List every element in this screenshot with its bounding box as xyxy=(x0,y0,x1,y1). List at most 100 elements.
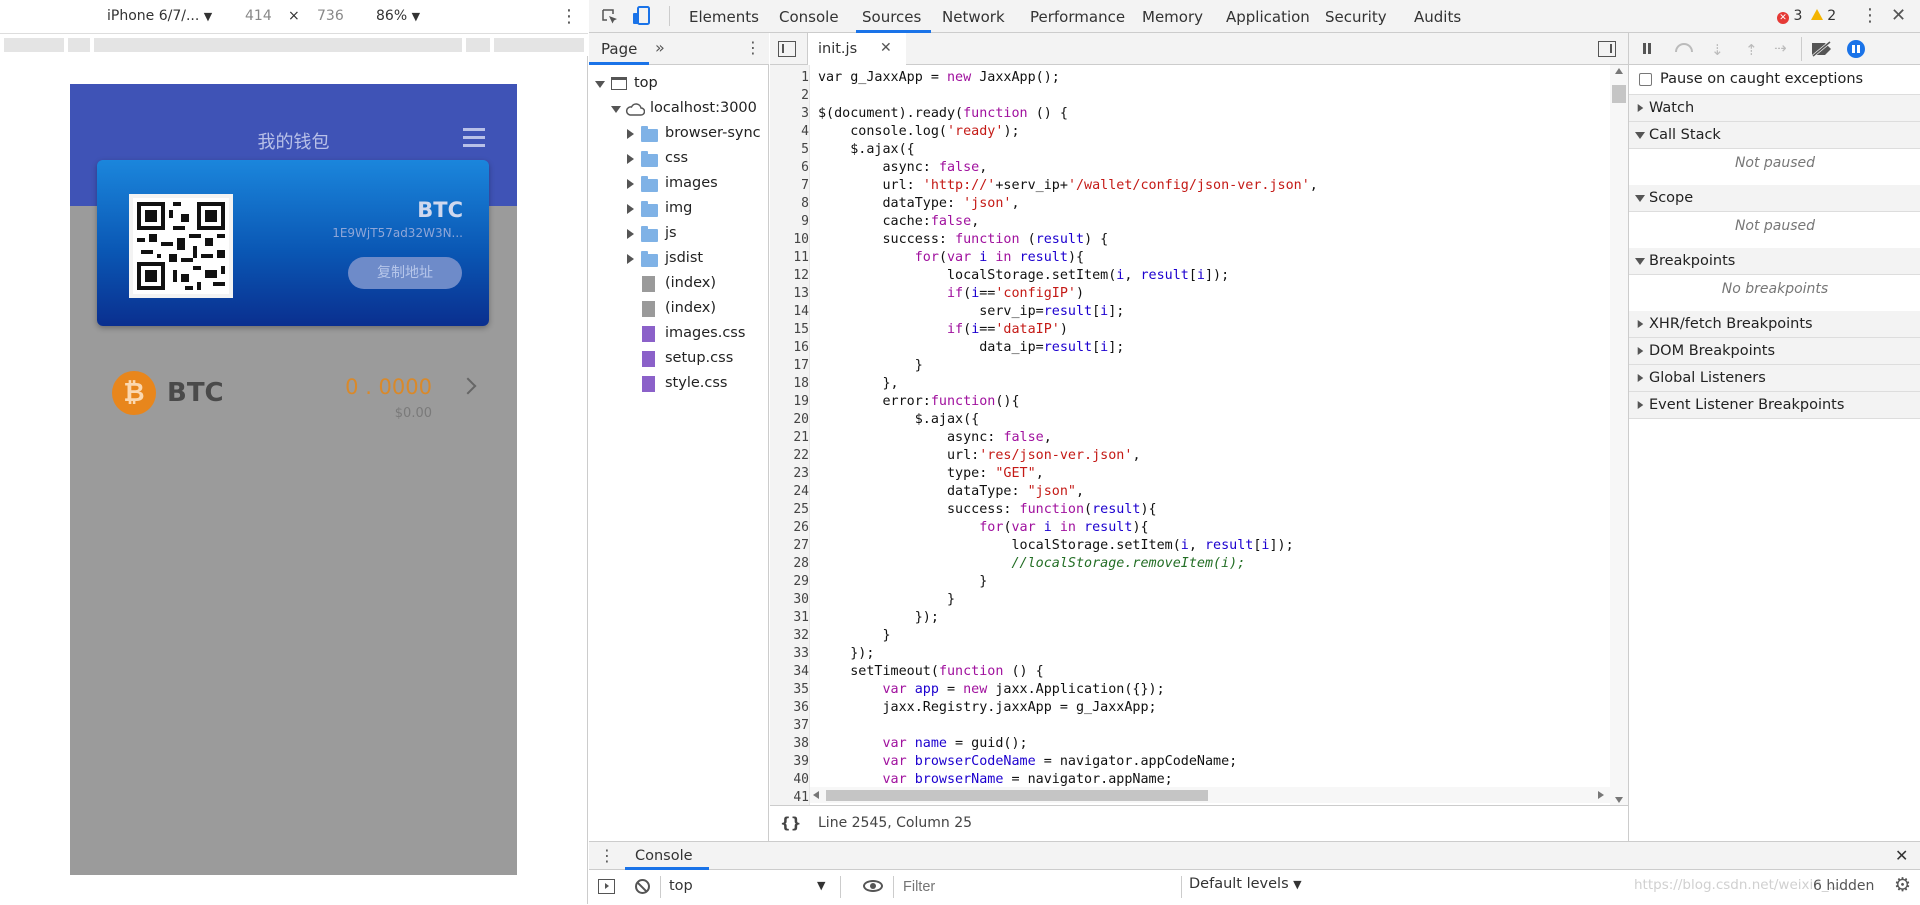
close-devtools-icon[interactable]: ✕ xyxy=(1891,5,1906,26)
pause-icon[interactable] xyxy=(1648,43,1651,54)
section-dom-breakpoints[interactable]: DOM Breakpoints xyxy=(1629,338,1920,365)
code-line[interactable]: data_ip=result[i]; xyxy=(818,340,1124,355)
code-line[interactable]: url:'res/json-ver.json', xyxy=(818,448,1141,463)
zoom-select[interactable]: 86% ▼ xyxy=(376,8,420,24)
collapsed-arrow-icon[interactable] xyxy=(627,254,634,264)
code-line[interactable]: }, xyxy=(818,376,898,391)
code-line[interactable]: } xyxy=(818,628,890,643)
tree-item-folder[interactable]: js xyxy=(589,223,769,247)
collapsed-arrow-icon[interactable] xyxy=(627,204,634,214)
code-line[interactable]: $.ajax({ xyxy=(818,142,915,157)
code-line[interactable]: $.ajax({ xyxy=(818,412,980,427)
clear-console-icon[interactable] xyxy=(635,879,650,894)
pause-caught-checkbox[interactable] xyxy=(1639,73,1652,86)
tree-item-frame[interactable]: top xyxy=(589,73,769,97)
tab-audits[interactable]: Audits xyxy=(1414,8,1461,26)
code-line[interactable]: var app = new jaxx.Application({}); xyxy=(818,682,1165,697)
tree-item-origin[interactable]: localhost:3000 xyxy=(589,98,769,122)
code-content[interactable]: var g_JaxxApp = new JaxxApp(); $(document… xyxy=(770,65,1610,805)
code-line[interactable]: error:function(){ xyxy=(818,394,1019,409)
section-breakpoints[interactable]: Breakpoints xyxy=(1629,248,1920,275)
tree-item-file[interactable]: (index) xyxy=(589,298,769,322)
code-line[interactable]: } xyxy=(818,358,923,373)
collapsed-arrow-icon[interactable] xyxy=(627,129,634,139)
console-settings-gear-icon[interactable]: ⚙ xyxy=(1894,874,1911,896)
toggle-navigator-icon[interactable] xyxy=(778,41,796,57)
coin-row-btc[interactable]: ₿ BTC 0 . 0000 $0.00 xyxy=(70,346,517,446)
media-query-bar[interactable] xyxy=(0,34,588,56)
device-select[interactable]: iPhone 6/7/... ▼ xyxy=(107,8,212,24)
code-line[interactable]: dataType: "json", xyxy=(818,484,1084,499)
tree-item-folder[interactable]: img xyxy=(589,198,769,222)
tree-item-css[interactable]: setup.css xyxy=(589,348,769,372)
tree-item-file[interactable]: (index) xyxy=(589,273,769,297)
tab-memory[interactable]: Memory xyxy=(1142,8,1203,26)
section-call-stack[interactable]: Call Stack xyxy=(1629,122,1920,149)
toggle-debugger-icon[interactable] xyxy=(1598,41,1616,57)
code-line[interactable]: var name = guid(); xyxy=(818,736,1028,751)
expanded-arrow-icon[interactable] xyxy=(595,81,605,88)
code-line[interactable]: //localStorage.removeItem(i); xyxy=(818,556,1245,571)
issue-counts[interactable]: ✕ 3 2 xyxy=(1777,8,1836,24)
copy-address-button[interactable]: 复制地址 xyxy=(348,257,462,289)
expanded-arrow-icon[interactable] xyxy=(611,106,621,113)
code-line[interactable]: localStorage.setItem(i, result[i]); xyxy=(818,538,1293,553)
tab-application[interactable]: Application xyxy=(1226,8,1310,26)
code-line[interactable]: async: false, xyxy=(818,160,987,175)
code-line[interactable]: var browserName = navigator.appName; xyxy=(818,772,1173,787)
tab-page[interactable]: Page xyxy=(601,40,637,58)
tree-item-folder[interactable]: images xyxy=(589,173,769,197)
code-line[interactable]: jaxx.Registry.jaxxApp = g_JaxxApp; xyxy=(818,700,1156,715)
section-xhr-fetch-breakpoints[interactable]: XHR/fetch Breakpoints xyxy=(1629,311,1920,338)
collapsed-arrow-icon[interactable] xyxy=(627,179,634,189)
file-tab-init-js[interactable]: init.js ✕ xyxy=(808,33,906,65)
log-levels-select[interactable]: Default levels ▼ xyxy=(1189,876,1302,892)
code-line[interactable]: if(i=='configIP') xyxy=(818,286,1084,301)
code-line[interactable]: $(document).ready(function () { xyxy=(818,106,1068,121)
code-line[interactable]: success: function (result) { xyxy=(818,232,1108,247)
code-line[interactable]: success: function(result){ xyxy=(818,502,1157,517)
drawer-tab-console[interactable]: Console xyxy=(635,848,693,864)
tree-item-css[interactable]: style.css xyxy=(589,373,769,397)
device-width-input[interactable]: 414 xyxy=(245,8,272,24)
tab-network[interactable]: Network xyxy=(942,8,1005,26)
navigator-menu-icon[interactable]: ⋮ xyxy=(745,38,761,57)
code-line[interactable]: var g_JaxxApp = new JaxxApp(); xyxy=(818,70,1060,85)
section-watch[interactable]: Watch xyxy=(1629,95,1920,122)
horizontal-scrollbar[interactable] xyxy=(810,787,1610,803)
device-toolbar-toggle-icon[interactable] xyxy=(632,6,650,26)
section-event-listener-breakpoints[interactable]: Event Listener Breakpoints xyxy=(1629,392,1920,419)
code-line[interactable]: }); xyxy=(818,610,939,625)
drawer-menu-icon[interactable]: ⋮ xyxy=(599,846,615,865)
code-line[interactable]: if(i=='dataIP') xyxy=(818,322,1068,337)
pretty-print-icon[interactable]: {} xyxy=(780,814,801,832)
device-height-input[interactable]: 736 xyxy=(317,8,344,24)
close-tab-icon[interactable]: ✕ xyxy=(880,40,892,56)
code-line[interactable]: localStorage.setItem(i, result[i]); xyxy=(818,268,1229,283)
code-line[interactable]: serv_ip=result[i]; xyxy=(818,304,1124,319)
collapsed-arrow-icon[interactable] xyxy=(627,229,634,239)
code-line[interactable]: dataType: 'json', xyxy=(818,196,1019,211)
vertical-scrollbar[interactable] xyxy=(1610,65,1628,805)
tab-elements[interactable]: Elements xyxy=(689,8,759,26)
code-line[interactable]: setTimeout(function () { xyxy=(818,664,1044,679)
code-line[interactable]: url: 'http://'+serv_ip+'/wallet/config/j… xyxy=(818,178,1317,193)
tree-item-folder[interactable]: jsdist xyxy=(589,248,769,272)
context-select[interactable]: top ▼ xyxy=(665,874,835,900)
console-filter-input[interactable] xyxy=(903,875,1173,899)
tab-sources[interactable]: Sources xyxy=(862,8,921,26)
menu-icon[interactable] xyxy=(463,128,485,147)
deactivate-breakpoints-icon[interactable] xyxy=(1810,41,1834,57)
collapsed-arrow-icon[interactable] xyxy=(627,154,634,164)
tree-item-css[interactable]: images.css xyxy=(589,323,769,347)
devtools-menu-icon[interactable]: ⋮ xyxy=(1861,5,1879,26)
code-line[interactable]: type: "GET", xyxy=(818,466,1044,481)
code-line[interactable]: async: false, xyxy=(818,430,1052,445)
more-options-icon[interactable]: ⋮ xyxy=(560,6,578,27)
pause-on-exceptions-icon[interactable] xyxy=(1847,40,1865,58)
code-line[interactable]: } xyxy=(818,592,955,607)
section-scope[interactable]: Scope xyxy=(1629,185,1920,212)
code-line[interactable]: var browserCodeName = navigator.appCodeN… xyxy=(818,754,1238,769)
show-sidebar-icon[interactable] xyxy=(598,879,615,894)
code-line[interactable]: console.log('ready'); xyxy=(818,124,1019,139)
